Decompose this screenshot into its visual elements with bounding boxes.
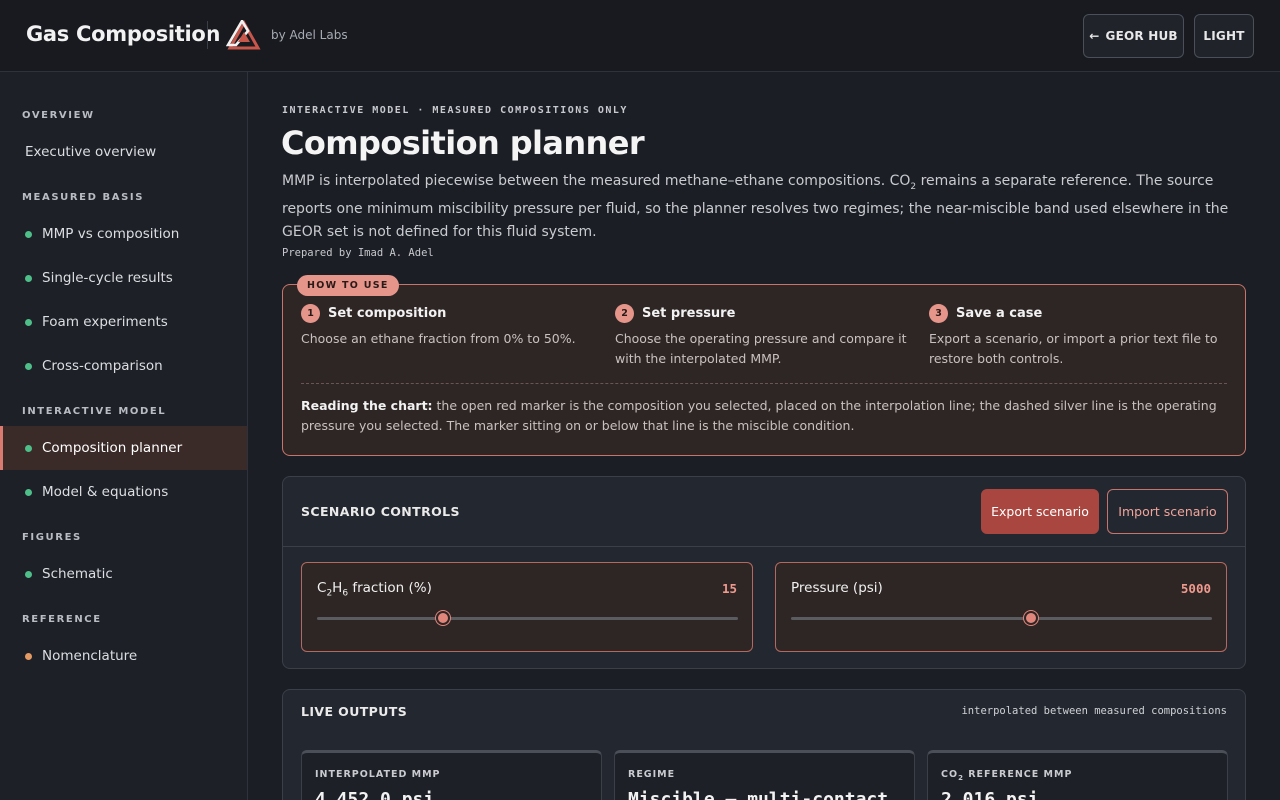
geor-hub-button[interactable]: ← GEOR HUB <box>1083 14 1184 58</box>
step-set-composition: 1 Set composition Choose an ethane fract… <box>301 304 601 349</box>
ethane-fraction-label: C2H6 fraction (%) <box>317 580 432 599</box>
sidebar-item-nomenclature[interactable]: Nomenclature <box>0 634 247 678</box>
status-dot-icon <box>25 362 32 370</box>
sidebar-item-model-equations[interactable]: Model & equations <box>0 470 247 514</box>
sidebar-item-label: Nomenclature <box>42 648 138 664</box>
label-part: fraction (%) <box>348 580 432 596</box>
page-title: Composition planner <box>281 124 645 162</box>
sidebar-item-foam[interactable]: Foam experiments <box>0 300 247 344</box>
ethane-fraction-slider-handle[interactable] <box>436 611 451 625</box>
reading-label: Reading the chart: <box>301 398 433 413</box>
step-title: Set pressure <box>642 306 736 321</box>
theme-toggle-button[interactable]: LIGHT <box>1194 14 1254 58</box>
sidebar-item-label: Schematic <box>42 566 113 582</box>
how-to-divider <box>301 383 1227 384</box>
status-dot-icon <box>25 570 32 578</box>
output-value: 2,016 psi <box>941 789 1039 800</box>
live-outputs-panel: LIVE OUTPUTS interpolated between measur… <box>282 689 1246 800</box>
output-value: 4,452.0 psi <box>315 789 435 800</box>
sidebar-item-composition-planner[interactable]: Composition planner <box>0 426 247 470</box>
step-number: 1 <box>301 304 320 323</box>
prepared-by: Prepared by Imad A. Adel <box>282 247 434 259</box>
reading-text: the open red marker is the composition y… <box>301 398 1217 433</box>
output-label: INTERPOLATED MMP <box>315 769 441 780</box>
pressure-slider-handle[interactable] <box>1023 611 1038 625</box>
status-dot-icon <box>25 318 32 326</box>
arrow-left-icon: ← <box>1089 29 1100 43</box>
header-divider <box>207 21 208 49</box>
sidebar-item-cross-comparison[interactable]: Cross-comparison <box>0 344 247 388</box>
pressure-track[interactable] <box>791 617 1212 620</box>
pressure-label: Pressure (psi) <box>791 580 883 596</box>
scenario-controls-panel: SCENARIO CONTROLS Export scenario Import… <box>282 476 1246 669</box>
sidebar-item-label: MMP vs composition <box>42 226 180 242</box>
live-outputs-title: LIVE OUTPUTS <box>301 704 408 719</box>
sidebar-item-label: Composition planner <box>42 440 183 456</box>
adel-labs-logo-icon <box>226 20 261 50</box>
sidebar-item-label: Foam experiments <box>42 314 168 330</box>
ethane-fraction-track[interactable] <box>317 617 738 620</box>
label-part: REFERENCE MMP <box>963 769 1073 780</box>
status-dot-icon <box>25 652 32 660</box>
output-card-co2-reference: CO2 REFERENCE MMP 2,016 psi <box>927 750 1228 800</box>
sidebar-item-label: Model & equations <box>42 484 169 500</box>
how-to-use-badge: HOW TO USE <box>297 275 399 296</box>
sidebar-item-label: Single-cycle results <box>42 270 173 286</box>
sidebar-section-measured: MEASURED BASIS <box>22 192 145 203</box>
sidebar-item-label: Executive overview <box>25 144 157 160</box>
status-dot-icon <box>25 488 32 496</box>
scenario-controls-title: SCENARIO CONTROLS <box>301 504 460 519</box>
desc-part: MMP is interpolated piecewise between th… <box>282 173 911 189</box>
step-title: Save a case <box>956 306 1043 321</box>
sidebar-section-reference: REFERENCE <box>22 614 102 625</box>
sidebar: OVERVIEW Executive overview MEASURED BAS… <box>0 72 248 800</box>
ethane-fraction-value: 15 <box>721 581 737 596</box>
step-text: Choose the operating pressure and compar… <box>615 331 907 366</box>
status-dot-icon <box>25 444 32 452</box>
sidebar-section-overview: OVERVIEW <box>22 110 95 121</box>
step-set-pressure: 2 Set pressure Choose the operating pres… <box>615 304 915 369</box>
sidebar-item-single-cycle[interactable]: Single-cycle results <box>0 256 247 300</box>
output-value: Miscible — multi-contact <box>628 789 889 800</box>
status-dot-icon <box>25 230 32 238</box>
page-eyebrow: INTERACTIVE MODEL · MEASURED COMPOSITION… <box>282 105 628 116</box>
scenario-controls-header: SCENARIO CONTROLS Export scenario Import… <box>283 477 1245 547</box>
import-scenario-button[interactable]: Import scenario <box>1107 489 1228 534</box>
sidebar-item-executive-overview[interactable]: Executive overview <box>0 130 247 174</box>
sidebar-item-schematic[interactable]: Schematic <box>0 552 247 596</box>
top-bar: Gas Composition by Adel Labs ← GEOR HUB … <box>0 0 1280 72</box>
label-part: H <box>332 580 343 596</box>
ethane-fraction-control: C2H6 fraction (%) 15 <box>301 562 753 652</box>
output-label: REGIME <box>628 769 676 780</box>
step-text: Export a scenario, or import a prior tex… <box>929 331 1218 366</box>
output-label: CO2 REFERENCE MMP <box>941 769 1072 782</box>
page-description: MMP is interpolated piecewise between th… <box>282 170 1247 243</box>
pressure-control: Pressure (psi) 5000 <box>775 562 1227 652</box>
sidebar-item-label: Cross-comparison <box>42 358 163 374</box>
live-outputs-note: interpolated between measured compositio… <box>961 705 1227 717</box>
sidebar-section-interactive: INTERACTIVE MODEL <box>22 406 167 417</box>
step-number: 2 <box>615 304 634 323</box>
pressure-value: 5000 <box>1180 581 1211 596</box>
step-title: Set composition <box>328 306 447 321</box>
sidebar-section-figures: FIGURES <box>22 532 82 543</box>
geor-hub-label: GEOR HUB <box>1105 29 1178 43</box>
output-card-regime: REGIME Miscible — multi-contact <box>614 750 915 800</box>
app-title: Gas Composition <box>26 22 221 46</box>
export-scenario-button[interactable]: Export scenario <box>981 489 1099 534</box>
status-dot-icon <box>25 274 32 282</box>
output-card-mmp: INTERPOLATED MMP 4,452.0 psi <box>301 750 602 800</box>
brand-byline: by Adel Labs <box>271 28 348 42</box>
step-save-case: 3 Save a case Export a scenario, or impo… <box>929 304 1219 369</box>
label-part: CO <box>941 769 959 780</box>
sidebar-item-mmp[interactable]: MMP vs composition <box>0 212 247 256</box>
step-number: 3 <box>929 304 948 323</box>
reading-the-chart: Reading the chart: the open red marker i… <box>301 396 1227 436</box>
step-text: Choose an ethane fraction from 0% to 50%… <box>301 331 576 346</box>
